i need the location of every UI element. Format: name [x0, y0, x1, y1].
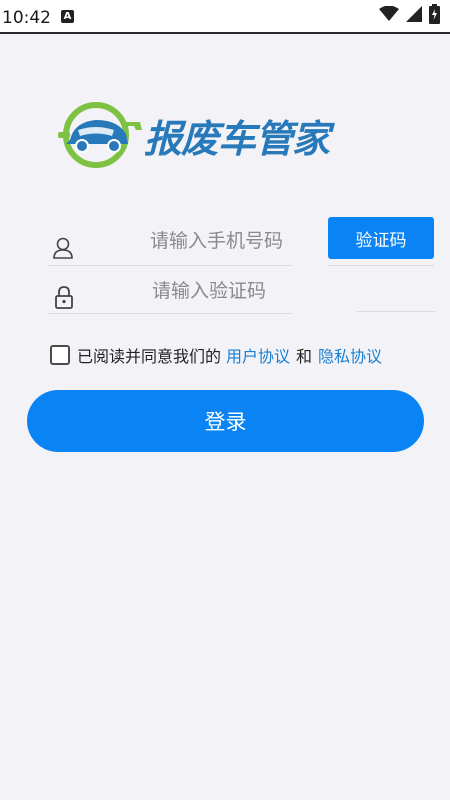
phone-input[interactable] [150, 226, 320, 256]
verification-code-input[interactable] [152, 276, 302, 306]
agreement-row: 已阅读并同意我们的 用户协议 和 隐私协议 [50, 342, 382, 368]
wifi-icon [379, 6, 399, 21]
send-code-button[interactable]: 验证码 [328, 217, 434, 259]
phone-field-underline [48, 265, 292, 266]
user-icon [53, 237, 73, 259]
agreement-prefix: 已阅读并同意我们的 [77, 347, 222, 366]
lock-icon [55, 286, 73, 309]
signal-icon [406, 6, 422, 22]
user-agreement-link[interactable]: 用户协议 [226, 343, 290, 367]
agreement-checkbox[interactable] [50, 345, 70, 365]
notification-badge: A [61, 10, 74, 23]
status-time: 10:42 [2, 8, 51, 28]
code-button-underline [328, 265, 434, 266]
agreement-conjunction: 和 [296, 347, 313, 366]
logo-text: 报废车管家 [144, 117, 330, 161]
app-logo: 报废车管家 [56, 100, 368, 170]
login-button[interactable]: 登录 [27, 390, 424, 452]
privacy-policy-link[interactable]: 隐私协议 [318, 343, 382, 367]
car-wrench-logo-icon [58, 102, 142, 168]
status-bar: 10:42 A [0, 0, 450, 34]
status-icons [379, 4, 440, 24]
code-field-underline [48, 313, 292, 314]
code-field-underline-right [357, 311, 435, 312]
battery-icon [429, 4, 440, 24]
